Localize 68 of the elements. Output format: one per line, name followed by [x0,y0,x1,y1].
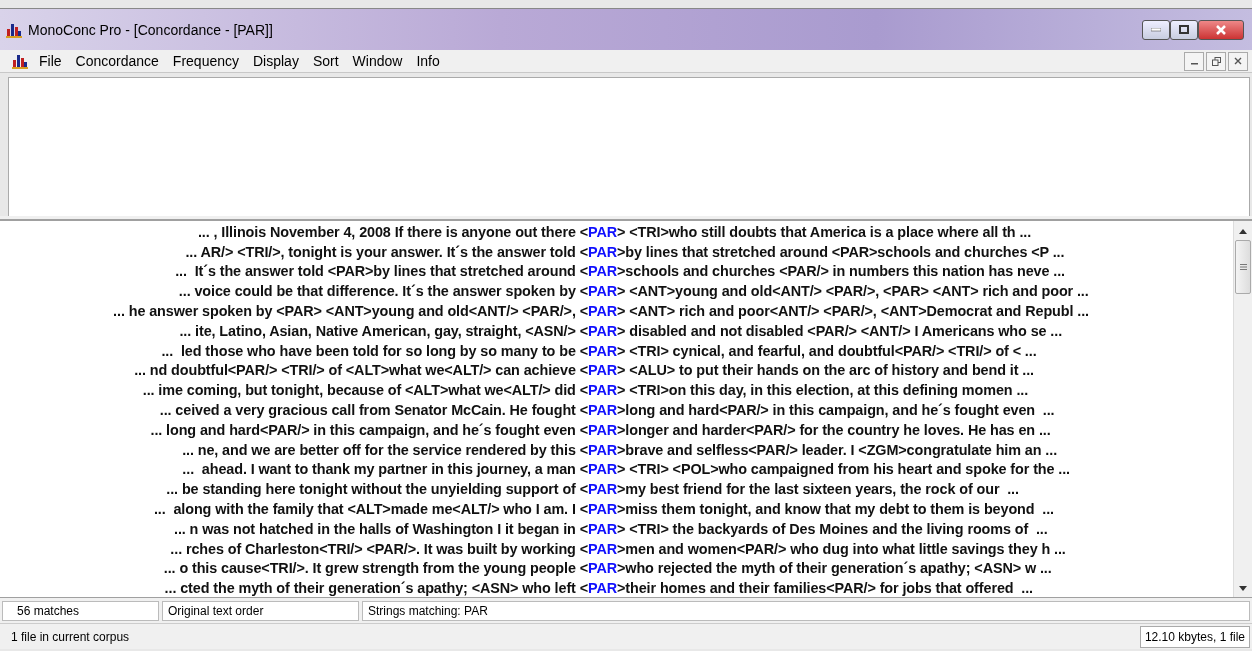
restore-icon [1211,56,1221,66]
left-context: ... ceived a very gracious call from Senator McCain. He fought < [159,402,588,419]
left-context: ... n was not hatched in the halls of Washington I it began in < [174,520,588,537]
left-context: ... rches of Charleston<TRI/> <PAR/>. It was built by working < [170,540,588,557]
left-context: ... cted the myth of their generation´s apathy; <ASN> who left < [164,580,588,597]
maximize-icon [1179,25,1189,34]
left-context: ... It´s the answer told <PAR>by lines that stretched around < [175,263,588,280]
keyword-context: PAR>who rejected the myth of their generation´s apathy; <ASN> w ... [588,560,1053,577]
left-context: ... nd doubtful<PAR/> <TRI/> of <ALT>what we<ALT/> can achieve < [134,362,588,379]
left-context: ... AR/> <TRI/>, tonight is your answer. It´s the answer told < [185,243,588,260]
menu-item[interactable]: Sort [305,53,346,69]
app-logo-icon [6,21,22,38]
left-context: ... ime coming, but tonight, because of <ALT>what we<ALT/> did < [142,382,588,399]
keyword-context: PAR> <TRI>on this day, in this election, at this defining momen ... [588,382,1030,399]
keyword-context: PAR> <TRI> the backyards of Des Moines and the living rooms of ... [588,520,1049,537]
keyword-context: PAR> <TRI> <POL>who campaigned from his heart and spoke for the ... [588,461,1072,478]
keyword-context: PAR>their homes and their families<PAR/> for jobs that offered ... [588,580,1034,597]
corpus-size: 12.10 kbytes, 1 file [1139,625,1250,648]
keyword-context: PAR> <TRI> cynical, and fearful, and doubtful<PAR/> <TRI/> of < ... [588,342,1038,359]
left-context: ... long and hard<PAR/> in this campaign, and he´s fought even < [150,421,588,438]
app-logo-icon [12,53,28,69]
status-field: Original text order [162,601,359,621]
left-context: ... he answer spoken by <PAR> <ANT>young and old<ANT/> <PAR/>, < [113,303,588,320]
scroll-down-icon [1239,586,1247,591]
keyword-context: PAR>long and hard<PAR/> in this campaign, and he´s fought even ... [588,402,1056,419]
left-context: ... voice could be that difference. It´s the answer spoken by < [178,283,588,300]
scrollbar[interactable] [1233,221,1252,597]
keyword-context: PAR>by lines that stretched around <PAR>schools and churches <P ... [588,243,1066,260]
keyword-context: PAR>brave and selfless<PAR/> leader. I <ZGM>congratulate him an ... [588,441,1059,458]
keyword-context: PAR>schools and churches <PAR/> in numbers this nation has neve ... [588,263,1066,280]
close-icon [1234,57,1242,65]
left-context: ... ite, Latino, Asian, Native American, gay, straight, <ASN/> < [179,322,588,339]
minimize-icon [1151,27,1161,32]
keyword-context: PAR>miss them tonight, and know that my debt to them is beyond ... [588,501,1055,518]
status-field: 56 matches [2,601,159,621]
grip-icon [1239,264,1247,270]
maximize-button[interactable] [1170,19,1198,40]
keyword-context: PAR> <ALU> to put their hands on the arc of history and bend it ... [588,362,1035,379]
keyword-context: PAR>longer and harder<PAR/> for the country he loves. He has en ... [588,421,1052,438]
menu-item[interactable]: File [32,53,69,69]
keyword-context: PAR> <ANT>young and old<ANT/> <PAR/>, <PAR> <ANT> rich and poor ... [588,283,1090,300]
keyword-context: PAR> <ANT> rich and poor<ANT/> <PAR/>, <ANT>Democrat and Republ ... [588,303,1090,320]
keyword-context: PAR> disabled and not disabled <PAR/> <ANT/> I Americans who se ... [588,322,1064,339]
menu-item[interactable]: Display [246,53,306,69]
scroll-thumb[interactable] [1235,240,1251,294]
close-icon [1216,24,1226,35]
keyword-context: PAR>my best friend for the last sixteen years, the rock of our ... [588,481,1020,498]
restore-button[interactable] [1206,51,1226,71]
status-field: Strings matching: PAR [362,601,1250,621]
minimize-button[interactable] [1142,19,1170,40]
close-button[interactable] [1228,51,1248,71]
menu-item[interactable]: Info [409,53,447,69]
left-context: ... o this cause<TRI/>. It grew strength from the young people < [163,560,588,577]
close-button[interactable] [1198,19,1244,40]
scroll-up-icon [1239,229,1247,234]
menu-item[interactable]: Concordance [68,53,166,69]
corpus-status: 1 file in current corpus [10,629,131,644]
left-context: ... , Illinois November 4, 2008 If there is anyone out there < [197,223,588,240]
window-title: MonoConc Pro - [Concordance - [PAR]] [28,21,274,38]
left-context: ... be standing here tonight without the unyielding support of < [166,481,588,498]
left-context: ... ahead. I want to thank my partner in this journey, a man < [182,461,588,478]
keyword-context: PAR>men and women<PAR/> who dug into what little savings they h ... [588,540,1067,557]
keyword-context: PAR> <TRI>who still doubts that America is a place where all th ... [588,223,1033,240]
left-context: ... ne, and we are better off for the service rendered by this < [182,441,588,458]
menu-item[interactable]: Window [345,53,410,69]
left-context: ... along with the family that <ALT>made me<ALT/> who I am. I < [153,501,588,518]
left-context: ... led those who have been told for so long by so many to be < [161,342,588,359]
menu-item[interactable]: Frequency [165,53,246,69]
